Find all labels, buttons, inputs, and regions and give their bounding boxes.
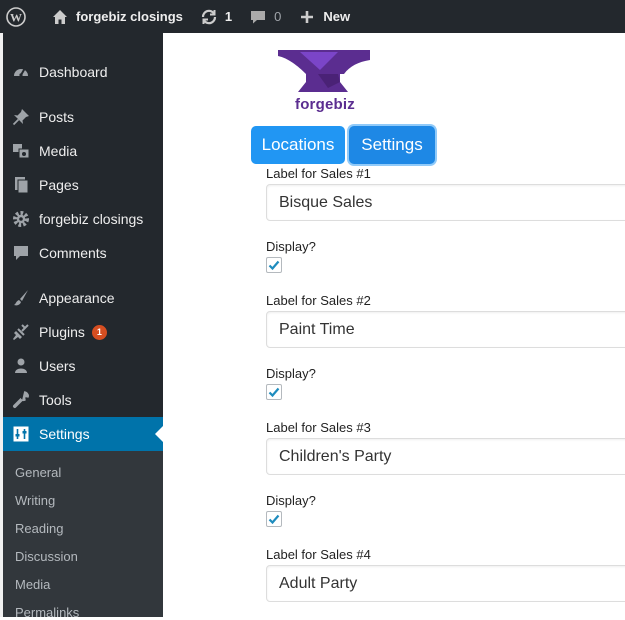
sidebar-item-label: Pages: [39, 177, 79, 193]
sidebar-item-label: Users: [39, 358, 76, 374]
sales-2-label: Label for Sales #2: [266, 293, 371, 308]
brush-icon: [3, 289, 39, 307]
sales-1-label: Label for Sales #1: [266, 166, 371, 181]
pages-icon: [3, 176, 39, 194]
sidebar-item-forgebiz-closings[interactable]: forgebiz closings: [3, 202, 163, 236]
submenu-item-general[interactable]: General: [15, 465, 61, 480]
sidebar-item-media[interactable]: Media: [3, 134, 163, 168]
updates-link[interactable]: 1: [191, 0, 240, 33]
wordpress-icon: W: [6, 6, 26, 27]
sidebar-item-pages[interactable]: Pages: [3, 168, 163, 202]
sales-3-label: Label for Sales #3: [266, 420, 371, 435]
sales-4-input[interactable]: Adult Party: [266, 565, 625, 602]
refresh-icon: [199, 7, 219, 27]
submenu-item-writing[interactable]: Writing: [15, 493, 55, 508]
tab-settings[interactable]: Settings: [349, 126, 435, 164]
sidebar-item-plugins[interactable]: Plugins 1: [3, 315, 163, 349]
sidebar-item-label: Media: [39, 143, 78, 159]
sales-4-label: Label for Sales #4: [266, 547, 371, 562]
svg-text:W: W: [10, 10, 22, 24]
submenu-item-reading[interactable]: Reading: [15, 521, 63, 536]
sidebar-item-posts[interactable]: Posts: [3, 100, 163, 134]
admin-sidebar: Dashboard Posts Media Pages forgebiz clo…: [3, 33, 163, 620]
pin-icon: [3, 108, 39, 126]
sidebar-item-appearance[interactable]: Appearance: [3, 281, 163, 315]
tab-locations[interactable]: Locations: [251, 126, 345, 164]
sidebar-item-label: Posts: [39, 109, 75, 125]
media-icon: [3, 142, 39, 160]
sidebar-item-label: Comments: [39, 245, 107, 261]
checkmark-icon: [268, 387, 280, 398]
sidebar-item-settings[interactable]: Settings: [3, 417, 163, 451]
wordpress-logo-button[interactable]: W: [0, 0, 42, 33]
sidebar-item-label: Tools: [39, 392, 72, 408]
wrench-icon: [3, 391, 39, 409]
sales-3-display-label: Display?: [266, 493, 316, 508]
updates-count: 1: [224, 9, 233, 24]
sidebar-item-tools[interactable]: Tools: [3, 383, 163, 417]
sidebar-item-label: forgebiz closings: [39, 211, 144, 227]
sidebar-item-label: Dashboard: [39, 64, 108, 80]
gear-icon: [3, 210, 39, 228]
submenu-item-media[interactable]: Media: [15, 577, 50, 592]
settings-icon: [3, 425, 39, 443]
checkmark-icon: [268, 260, 280, 271]
sales-1-display-label: Display?: [266, 239, 316, 254]
sales-1-display-checkbox[interactable]: [266, 257, 282, 273]
dashboard-icon: [3, 63, 39, 81]
admin-bar: W forgebiz closings 1 0 New: [0, 0, 625, 33]
comment-icon: [3, 244, 39, 262]
new-label: New: [323, 9, 351, 24]
sales-3-display-checkbox[interactable]: [266, 511, 282, 527]
user-icon: [3, 357, 39, 375]
sidebar-item-label: Appearance: [39, 290, 115, 306]
plugin-update-badge: 1: [91, 324, 107, 340]
sales-1-input[interactable]: Bisque Sales: [266, 184, 625, 221]
plug-icon: [3, 323, 39, 341]
plus-icon: [297, 7, 317, 27]
comments-count: 0: [274, 9, 282, 24]
checkmark-icon: [268, 514, 280, 525]
sales-3-input[interactable]: Children's Party: [266, 438, 625, 475]
site-name-link[interactable]: forgebiz closings: [42, 0, 191, 33]
site-name: forgebiz closings: [76, 9, 183, 24]
sidebar-item-comments[interactable]: Comments: [3, 236, 163, 270]
sales-2-display-checkbox[interactable]: [266, 384, 282, 400]
sidebar-item-dashboard[interactable]: Dashboard: [3, 55, 163, 89]
submenu-item-discussion[interactable]: Discussion: [15, 549, 78, 564]
new-content-link[interactable]: New: [289, 0, 358, 33]
sales-2-display-label: Display?: [266, 366, 316, 381]
sales-2-input[interactable]: Paint Time: [266, 311, 625, 348]
submenu-item-permalinks[interactable]: Permalinks: [15, 605, 79, 620]
settings-submenu: General Writing Reading Discussion Media…: [3, 451, 163, 620]
home-icon: [50, 7, 70, 27]
comments-link[interactable]: 0: [240, 0, 289, 33]
sidebar-item-users[interactable]: Users: [3, 349, 163, 383]
sidebar-item-label: Settings: [39, 426, 90, 442]
brand-logo-text: forgebiz: [295, 96, 355, 113]
sidebar-item-label: Plugins: [39, 324, 85, 340]
comment-bubble-icon: [248, 7, 268, 27]
